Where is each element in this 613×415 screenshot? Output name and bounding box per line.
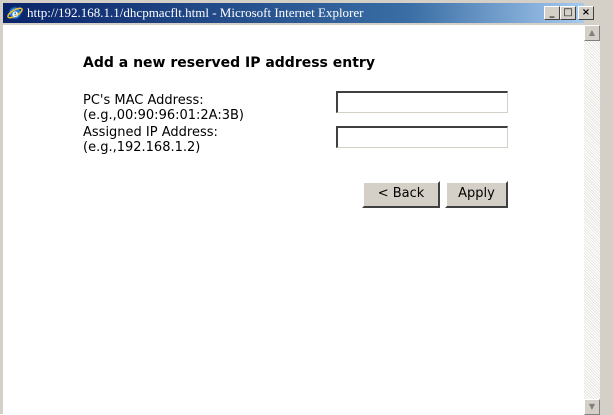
back-button[interactable]: < Back [362, 181, 440, 208]
window-title: http://192.168.1.1/dhcpmacflt.html - Mic… [27, 5, 364, 20]
title-bar[interactable]: e http://192.168.1.1/dhcpmacflt.html - M… [3, 3, 594, 23]
scroll-up-arrow-icon[interactable]: ▲ [584, 25, 600, 41]
minimize-button[interactable]: _ [544, 6, 560, 20]
ip-address-example: (e.g.,192.168.1.2) [83, 140, 201, 155]
browser-window: e http://192.168.1.1/dhcpmacflt.html - M… [0, 0, 613, 415]
window-frame-right [600, 1, 613, 415]
close-button[interactable]: × [578, 6, 594, 20]
internet-explorer-icon: e [7, 5, 23, 21]
vertical-scrollbar[interactable]: ▲ ▼ [584, 25, 600, 415]
svg-text:e: e [12, 9, 18, 20]
mac-address-example: (e.g.,00:90:96:01:2A:3B) [83, 108, 244, 123]
page-content [3, 25, 584, 415]
mac-address-label: PC's MAC Address: [83, 93, 204, 108]
page-title: Add a new reserved IP address entry [83, 55, 375, 71]
ip-address-input[interactable] [336, 126, 508, 148]
maximize-button[interactable]: □ [560, 6, 576, 20]
scroll-down-arrow-icon[interactable]: ▼ [584, 399, 600, 415]
ip-address-label: Assigned IP Address: [83, 125, 218, 140]
apply-button[interactable]: Apply [445, 181, 508, 208]
mac-address-input[interactable] [336, 91, 508, 113]
